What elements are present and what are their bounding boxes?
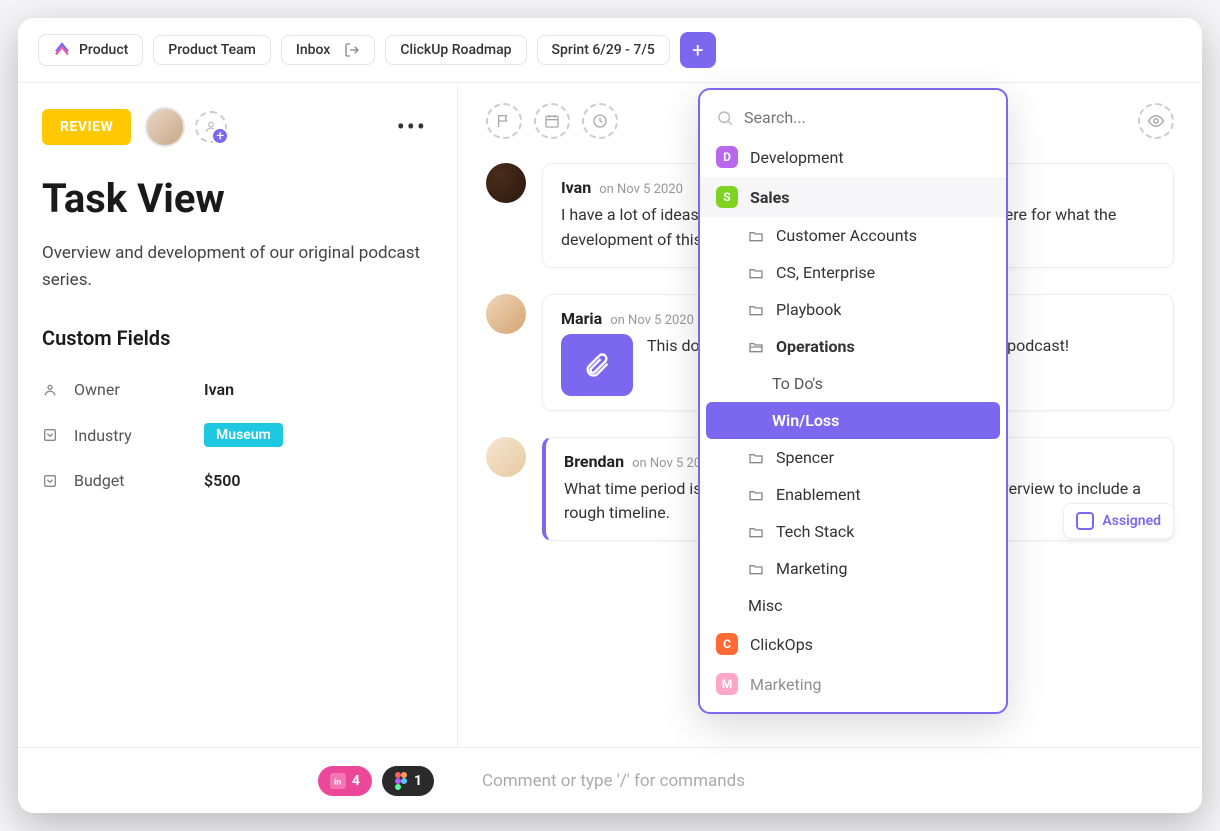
eye-icon xyxy=(1147,112,1165,130)
field-label: Owner xyxy=(74,380,204,399)
comment-date: on Nov 5 2020 xyxy=(599,182,683,197)
watch-button[interactable] xyxy=(1138,103,1174,139)
footer-attachments: in 4 1 xyxy=(18,766,458,796)
folder-cs-enterprise[interactable]: CS, Enterprise xyxy=(700,254,1006,291)
space-badge-icon: S xyxy=(716,186,738,208)
figma-icon xyxy=(394,772,408,790)
dropdown-field-icon xyxy=(42,473,58,489)
field-value-tag: Museum xyxy=(204,423,283,447)
time-button[interactable] xyxy=(582,103,618,139)
folder-marketing[interactable]: Marketing xyxy=(700,550,1006,587)
calendar-icon xyxy=(544,113,560,129)
space-picker-dropdown: DDevelopment SSales Customer Accounts CS… xyxy=(698,88,1008,714)
flag-button[interactable] xyxy=(486,103,522,139)
space-clickops[interactable]: CClickOps xyxy=(700,624,1006,664)
search-input[interactable] xyxy=(744,108,990,127)
add-assignee-button[interactable]: + xyxy=(199,111,227,143)
task-header: REVIEW + ••• xyxy=(42,107,427,147)
plus-badge-icon: + xyxy=(211,127,229,145)
dropdown-field-icon xyxy=(42,427,58,443)
list-winloss-selected[interactable]: Win/Loss xyxy=(706,402,1000,439)
person-field-icon xyxy=(42,382,58,398)
svg-text:in: in xyxy=(334,777,341,787)
field-label: Industry xyxy=(74,426,204,445)
invision-icon: in xyxy=(330,773,346,789)
folder-icon xyxy=(748,524,764,540)
folder-icon xyxy=(748,561,764,577)
date-button[interactable] xyxy=(534,103,570,139)
comment-input[interactable]: Comment or type '/' for commands xyxy=(458,771,1202,791)
breadcrumb-label: Product xyxy=(79,42,128,58)
space-badge-icon: D xyxy=(716,146,738,168)
folder-icon xyxy=(748,302,764,318)
task-panel: REVIEW + ••• Task View Overview and deve… xyxy=(18,83,458,748)
breadcrumb-sprint[interactable]: Sprint 6/29 - 7/5 xyxy=(537,35,670,65)
field-industry[interactable]: Industry Museum xyxy=(42,411,427,459)
avatar xyxy=(145,107,185,147)
folder-icon xyxy=(748,228,764,244)
invision-pill[interactable]: in 4 xyxy=(318,766,372,796)
comment-author: Maria xyxy=(561,309,602,328)
comment-avatar[interactable] xyxy=(486,294,526,334)
comment-author: Brendan xyxy=(564,452,624,471)
assigned-label: Assigned xyxy=(1102,513,1161,529)
folder-misc[interactable]: Misc xyxy=(700,587,1006,624)
breadcrumb-roadmap[interactable]: ClickUp Roadmap xyxy=(385,35,526,65)
folder-open-icon xyxy=(748,339,764,355)
flag-icon xyxy=(496,113,512,129)
folder-playbook[interactable]: Playbook xyxy=(700,291,1006,328)
exit-icon[interactable] xyxy=(344,42,360,58)
space-development[interactable]: DDevelopment xyxy=(700,137,1006,177)
breadcrumb-bar: Product Product Team Inbox ClickUp Roadm… xyxy=(18,18,1202,83)
task-title[interactable]: Task View xyxy=(42,175,427,222)
breadcrumb-product[interactable]: Product xyxy=(38,34,143,66)
paperclip-icon xyxy=(583,351,611,379)
space-sales[interactable]: SSales xyxy=(700,177,1006,217)
field-label: Budget xyxy=(74,471,204,490)
comment-date: on Nov 5 2020 xyxy=(610,313,694,328)
figma-pill[interactable]: 1 xyxy=(382,766,434,796)
search-icon xyxy=(716,109,734,127)
assigned-filter-chip[interactable]: Assigned xyxy=(1063,503,1174,539)
folder-icon xyxy=(748,265,764,281)
comment-author: Ivan xyxy=(561,178,591,197)
folder-icon xyxy=(748,487,764,503)
folder-tech-stack[interactable]: Tech Stack xyxy=(700,513,1006,550)
invision-count: 4 xyxy=(352,773,360,789)
field-value: Ivan xyxy=(204,380,234,399)
field-owner[interactable]: Owner Ivan xyxy=(42,368,427,411)
custom-fields-heading: Custom Fields xyxy=(42,326,427,350)
list-todos[interactable]: To Do's xyxy=(700,365,1006,402)
space-badge-icon: M xyxy=(716,673,738,695)
comment-avatar[interactable] xyxy=(486,163,526,203)
more-options-button[interactable]: ••• xyxy=(397,113,427,141)
app-window: Product Product Team Inbox ClickUp Roadm… xyxy=(18,18,1202,813)
main-content: REVIEW + ••• Task View Overview and deve… xyxy=(18,83,1202,748)
clickup-logo-icon xyxy=(53,41,71,59)
figma-count: 1 xyxy=(414,773,422,789)
dropdown-search[interactable] xyxy=(700,98,1006,137)
folder-icon xyxy=(748,450,764,466)
space-badge-icon: C xyxy=(716,633,738,655)
field-budget[interactable]: Budget $500 xyxy=(42,459,427,502)
task-description[interactable]: Overview and development of our original… xyxy=(42,240,427,294)
checkbox-icon xyxy=(1076,512,1094,530)
breadcrumb-inbox[interactable]: Inbox xyxy=(281,35,375,65)
folder-operations[interactable]: Operations xyxy=(700,328,1006,365)
attachment-thumbnail[interactable] xyxy=(561,334,633,396)
folder-enablement[interactable]: Enablement xyxy=(700,476,1006,513)
clock-icon xyxy=(592,113,608,129)
folder-customer-accounts[interactable]: Customer Accounts xyxy=(700,217,1006,254)
field-value: $500 xyxy=(204,471,241,490)
comment-avatar[interactable] xyxy=(486,437,526,477)
assignee-avatar[interactable] xyxy=(145,107,185,147)
space-marketing[interactable]: MMarketing xyxy=(700,664,1006,704)
folder-spencer[interactable]: Spencer xyxy=(700,439,1006,476)
footer-bar: in 4 1 Comment or type '/' for commands xyxy=(18,747,1202,813)
breadcrumb-team[interactable]: Product Team xyxy=(153,35,271,65)
add-breadcrumb-button[interactable]: + xyxy=(680,32,716,68)
status-badge[interactable]: REVIEW xyxy=(42,109,131,145)
